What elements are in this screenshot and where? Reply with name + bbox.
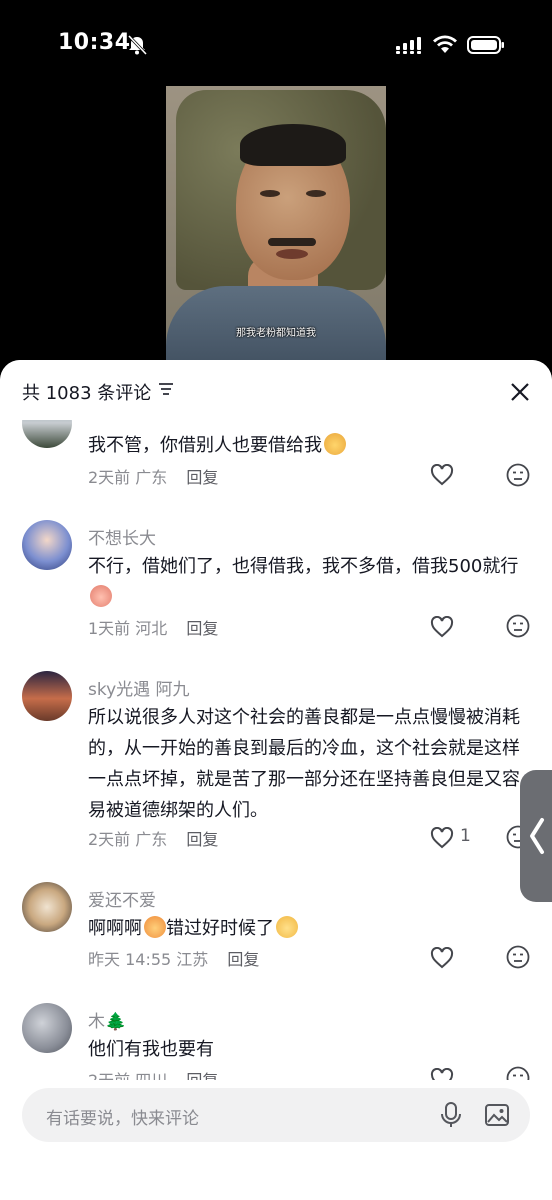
avatar[interactable] — [22, 1003, 72, 1053]
reply-button[interactable]: 回复 — [227, 950, 259, 969]
status-bar: 10:34 — [0, 0, 552, 80]
emoji-icon — [276, 916, 298, 938]
dislike-face-icon[interactable] — [506, 1066, 530, 1080]
comment-time: 昨天 14:55 — [88, 950, 172, 969]
comment-time: 2天前 — [88, 1071, 130, 1080]
comment-text: 啊啊啊 错过好时候了 — [88, 913, 532, 944]
heart-icon[interactable] — [430, 464, 454, 486]
emoji-icon — [90, 585, 112, 607]
sort-filter-icon[interactable] — [158, 382, 174, 396]
emoji-icon — [144, 916, 166, 938]
comment-text: 他们有我也要有 — [88, 1039, 214, 1060]
comment-text: 我不管，你借别人也要借给我 — [88, 435, 322, 456]
comment-location: 广东 — [135, 468, 168, 487]
cellular-signal-icon — [396, 37, 421, 54]
comment-location: 四川 — [135, 1071, 167, 1080]
microphone-icon[interactable] — [440, 1101, 462, 1129]
username[interactable]: 不想长大 — [88, 524, 156, 549]
status-time: 10:34 — [58, 30, 131, 55]
comments-header: 共 1083 条评论 — [0, 360, 552, 420]
comment-location: 江苏 — [176, 950, 209, 969]
comment-location: 河北 — [135, 619, 168, 638]
emoji-icon — [324, 433, 346, 455]
video-player[interactable]: 那我老粉都知道我 — [166, 86, 386, 362]
comment-time: 1天前 — [88, 619, 131, 638]
comment-time: 2天前 — [88, 468, 131, 487]
comments-count-title: 共 1083 条评论 — [22, 383, 152, 404]
close-icon[interactable] — [508, 380, 532, 404]
avatar[interactable] — [22, 882, 72, 932]
username[interactable]: 爱还不爱 — [88, 886, 156, 911]
comment-location: 广东 — [135, 830, 168, 849]
dislike-face-icon[interactable] — [506, 614, 530, 638]
comments-sheet: 我不管，你借别人也要借给我 2天前 广东 回复 不想长大 不行，借她们了，也得借… — [0, 360, 552, 1200]
reply-button[interactable]: 回复 — [186, 830, 218, 849]
chevron-left-icon — [530, 818, 544, 854]
avatar[interactable] — [22, 671, 72, 721]
reply-button[interactable]: 回复 — [186, 468, 218, 487]
image-icon[interactable] — [484, 1102, 510, 1128]
wifi-icon — [433, 35, 457, 53]
comment-input-placeholder: 有话要说，快来评论 — [46, 1109, 199, 1129]
comment-text: 不行，借她们了，也得借我，我不多借，借我500就行 — [88, 551, 532, 613]
heart-icon[interactable] — [430, 1068, 454, 1080]
reply-button[interactable]: 回复 — [186, 619, 218, 638]
comment-list[interactable]: 我不管，你借别人也要借给我 2天前 广东 回复 不想长大 不行，借她们了，也得借… — [0, 360, 552, 1080]
battery-icon — [467, 36, 504, 54]
video-subtitle: 那我老粉都知道我 — [236, 328, 316, 339]
side-panel-handle[interactable] — [520, 770, 552, 902]
heart-icon[interactable] — [430, 827, 454, 849]
heart-icon[interactable] — [430, 616, 454, 638]
avatar[interactable] — [22, 520, 72, 570]
comment-time: 2天前 — [88, 830, 131, 849]
comment-text: 所以说很多人对这个社会的善良都是一点点慢慢被消耗的，从一开始的善良到最后的冷血，… — [88, 707, 520, 821]
username[interactable]: 木🌲 — [88, 1007, 126, 1032]
bell-muted-icon — [127, 34, 148, 56]
heart-icon[interactable] — [430, 947, 454, 969]
dislike-face-icon[interactable] — [506, 463, 530, 487]
comment-input[interactable]: 有话要说，快来评论 — [22, 1088, 530, 1142]
like-count: 1 — [460, 826, 471, 846]
dislike-face-icon[interactable] — [506, 945, 530, 969]
username[interactable]: sky光遇 阿九 — [88, 675, 190, 700]
reply-button[interactable]: 回复 — [186, 1071, 218, 1080]
